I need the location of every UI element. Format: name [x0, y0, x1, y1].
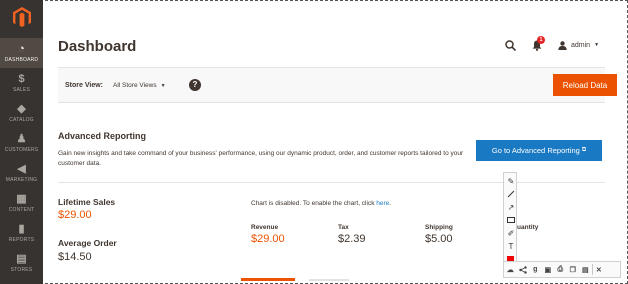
lifetime-sales-label: Lifetime Sales — [58, 197, 116, 207]
advanced-reporting-description: Gain new insights and take command of yo… — [58, 150, 464, 167]
chevron-down-icon: ▼ — [160, 82, 166, 89]
store-view-select[interactable]: All Store Views ▼ — [113, 82, 166, 89]
share-icon[interactable] — [517, 262, 530, 277]
copy-icon[interactable]: ❐ — [567, 262, 580, 277]
section-divider — [58, 182, 605, 183]
sidebar-item-label: MARKETING — [5, 177, 38, 183]
store-icon: ▤ — [16, 253, 27, 265]
dollar-icon: $ — [18, 73, 25, 85]
user-menu[interactable]: admin ▼ — [558, 40, 600, 50]
annotation-toolbar-horizontal: ☁ g ▣ ⎙ ❐ ▤ ✕ — [503, 261, 621, 278]
chart-disabled-end: . — [389, 200, 392, 207]
sidebar-item-reports[interactable]: ▮ REPORTS — [0, 218, 43, 248]
sidebar-item-sales[interactable]: $ SALES — [0, 68, 43, 98]
help-icon[interactable]: ? — [189, 79, 201, 91]
enable-chart-link[interactable]: here — [376, 200, 389, 207]
store-view-value: All Store Views — [113, 82, 157, 89]
metric-revenue-value: $29.00 — [251, 233, 285, 245]
metric-shipping-value: $5.00 — [425, 233, 453, 245]
sidebar-item-label: DASHBOARD — [4, 57, 39, 63]
metric-tax-label: Tax — [338, 224, 349, 231]
close-icon[interactable]: ✕ — [593, 262, 606, 277]
sidebar-item-marketing[interactable]: ◀ MARKETING — [0, 158, 43, 188]
lifetime-sales-value: $29.00 — [58, 209, 92, 221]
sidebar-item-label: CATALOG — [9, 117, 34, 123]
metric-shipping-label: Shipping — [425, 224, 453, 231]
chart-disabled-text: Chart is disabled. To enable the chart, … — [251, 200, 377, 207]
active-tab-indicator[interactable] — [241, 278, 295, 281]
cube-icon: ◆ — [17, 103, 26, 115]
metric-tax-value: $2.39 — [338, 233, 366, 245]
admin-sidebar: ◔ DASHBOARD $ SALES ◆ CATALOG ♟ CUSTOMER… — [0, 0, 43, 284]
advanced-reporting-title: Advanced Reporting — [58, 131, 147, 141]
sidebar-item-label: SALES — [12, 87, 31, 93]
reload-data-button[interactable]: Reload Data — [553, 74, 617, 96]
sidebar-item-stores[interactable]: ▤ STORES — [0, 248, 43, 278]
search-icon[interactable] — [505, 39, 516, 51]
go-to-advanced-reporting-button[interactable]: Go to Advanced Reporting ⧉ — [476, 140, 602, 161]
dashboard-gauge-icon: ◔ — [18, 43, 25, 55]
cloud-upload-icon[interactable]: ☁ — [504, 262, 517, 277]
rectangle-icon[interactable] — [505, 214, 517, 226]
google-icon[interactable]: g — [529, 262, 542, 277]
print-icon[interactable]: ⎙ — [554, 262, 567, 277]
page-title: Dashboard — [58, 38, 137, 55]
external-link-icon: ⧉ — [581, 147, 587, 153]
megaphone-icon: ◀ — [17, 163, 26, 175]
sidebar-item-label: STORES — [10, 267, 33, 273]
person-icon: ♟ — [16, 133, 27, 145]
user-name: admin — [571, 41, 591, 49]
content-grid-icon: ▦ — [16, 193, 27, 205]
sidebar-item-label: REPORTS — [8, 237, 35, 243]
user-avatar-icon — [558, 40, 567, 50]
store-view-label: Store View: — [65, 82, 103, 89]
notification-count-badge: 1 — [537, 35, 545, 44]
text-tool-icon[interactable]: T — [505, 240, 517, 252]
magento-logo-icon[interactable] — [0, 0, 43, 34]
arrow-icon[interactable]: ↗ — [505, 201, 517, 213]
sidebar-item-customers[interactable]: ♟ CUSTOMERS — [0, 128, 43, 158]
sidebar-item-catalog[interactable]: ◆ CATALOG — [0, 98, 43, 128]
bar-chart-icon: ▮ — [18, 223, 25, 235]
metric-revenue-label: Revenue — [251, 224, 279, 231]
sidebar-item-content[interactable]: ▦ CONTENT — [0, 188, 43, 218]
average-order-value: $14.50 — [58, 251, 92, 263]
tab-indicator[interactable] — [309, 279, 349, 281]
average-order-label: Average Order — [58, 238, 117, 248]
chart-disabled-message: Chart is disabled. To enable the chart, … — [251, 200, 391, 207]
save-icon[interactable]: ▤ — [579, 262, 592, 277]
chevron-down-icon: ▼ — [594, 42, 600, 48]
sidebar-item-dashboard[interactable]: ◔ DASHBOARD — [0, 38, 43, 68]
line-icon[interactable] — [505, 188, 517, 200]
advanced-reporting-button-label: Go to Advanced Reporting — [491, 146, 580, 155]
search-image-icon[interactable]: ▣ — [542, 262, 555, 277]
notifications-bell-icon[interactable]: 1 — [532, 35, 545, 51]
store-view-bar: Store View: All Store Views ▼ ? Reload D… — [58, 67, 617, 103]
sidebar-item-label: CONTENT — [8, 207, 35, 213]
header-actions: 1 admin ▼ — [505, 35, 600, 54]
highlighter-icon[interactable]: ✐ — [505, 227, 517, 239]
pencil-icon[interactable]: ✎ — [505, 175, 517, 187]
sidebar-item-label: CUSTOMERS — [4, 147, 39, 153]
main-content: Dashboard 1 admin ▼ Store View: All Stor… — [43, 0, 628, 284]
